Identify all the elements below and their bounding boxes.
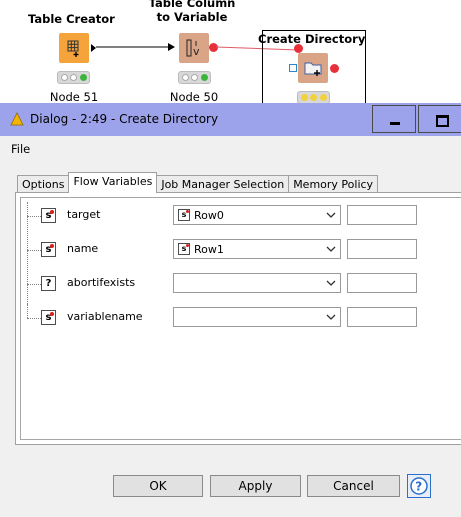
variable-out-port-icon[interactable] [330,64,339,73]
variable-name-label: target [67,208,101,221]
knime-warning-icon [10,112,24,126]
node-status-lights [178,71,211,84]
tree-line [27,304,28,318]
node-title-line2: to Variable [156,10,228,24]
tab-job-manager-selection[interactable]: Job Manager Selection [156,175,290,193]
variable-name-label: name [67,242,99,255]
dropdown-selected-value: Row1 [194,243,224,256]
in-port-icon[interactable] [289,64,297,72]
node-label-51: Node 51 [49,90,99,103]
connection-line[interactable] [96,40,176,54]
svg-text:?: ? [415,480,422,494]
tab-bar: Options Flow Variables Job Manager Selec… [17,172,379,193]
new-variable-name-input[interactable] [347,307,417,327]
dialog-titlebar[interactable]: Dialog - 2:49 - Create Directory [0,103,461,136]
variable-select-dropdown[interactable] [173,307,341,327]
variable-in-port-icon[interactable] [294,44,303,53]
tree-line [27,318,41,319]
node-create-directory[interactable] [298,53,328,83]
dialog-title: Dialog - 2:49 - Create Directory [30,112,219,126]
string-variable-icon: s [41,310,56,325]
variable-name-label: abortifexists [67,276,136,289]
apply-button[interactable]: Apply [210,475,301,497]
variables-tree: s target s Row0 s name s Row1 ? abortife… [20,197,461,440]
variable-select-dropdown[interactable]: s Row0 [173,205,341,225]
new-variable-name-input[interactable] [347,273,417,293]
variable-row-target: s target s Row0 [21,204,461,228]
string-variable-icon: s [178,209,190,221]
node-status-lights [297,91,330,103]
string-variable-icon: s [41,242,56,257]
tree-line [27,284,41,285]
new-variable-name-input[interactable] [347,205,417,225]
tree-line [27,250,41,251]
variable-row-name: s name s Row1 [21,238,461,262]
table-to-variable-icon: v [186,39,200,58]
variable-row-variablename: s variablename [21,304,461,330]
variable-row-abortifexists: ? abortifexists [21,272,461,296]
variable-select-dropdown[interactable] [173,273,341,293]
node-table-column-to-variable[interactable]: v [179,33,209,63]
help-icon: ? [410,477,428,495]
flow-variables-panel: s target s Row0 s name s Row1 ? abortife… [15,192,461,445]
string-variable-icon: s [41,208,56,223]
chevron-down-icon [326,246,336,252]
table-creator-icon [67,40,79,57]
node-table-creator[interactable] [59,33,89,63]
dropdown-selected-value: Row0 [194,209,224,222]
node-label-50: Node 50 [169,90,219,103]
node-title-line1: Table Column [148,0,236,10]
tab-flow-variables[interactable]: Flow Variables [68,172,158,193]
tab-memory-policy[interactable]: Memory Policy [288,175,379,193]
help-button[interactable]: ? [407,474,431,498]
chevron-down-icon [326,280,336,286]
new-variable-name-input[interactable] [347,239,417,259]
unknown-type-variable-icon: ? [41,276,56,291]
ok-button[interactable]: OK [113,475,203,497]
node-title-create-directory: Create Directory [258,32,366,46]
minimize-button[interactable] [372,105,416,133]
maximize-button[interactable] [418,105,461,133]
tab-options[interactable]: Options [17,175,70,193]
node-status-lights [57,71,90,84]
chevron-down-icon [326,212,336,218]
dialog-window: Dialog - 2:49 - Create Directory File Op… [0,103,461,517]
tree-line [27,216,41,217]
chevron-down-icon [326,314,336,320]
dialog-client: File Options Flow Variables Job Manager … [0,136,461,517]
menu-file[interactable]: File [11,142,30,156]
maximize-icon [436,115,449,127]
variable-select-dropdown[interactable]: s Row1 [173,239,341,259]
create-directory-icon [304,62,322,76]
workflow-canvas[interactable]: Table Creator Node 51 Table Column to Va… [0,0,461,103]
svg-text:v: v [193,45,200,58]
node-title-table-creator: Table Creator [28,12,115,26]
string-variable-icon: s [178,243,190,255]
cancel-button[interactable]: Cancel [307,475,400,497]
minimize-icon [390,122,400,125]
variable-name-label: variablename [67,310,143,323]
